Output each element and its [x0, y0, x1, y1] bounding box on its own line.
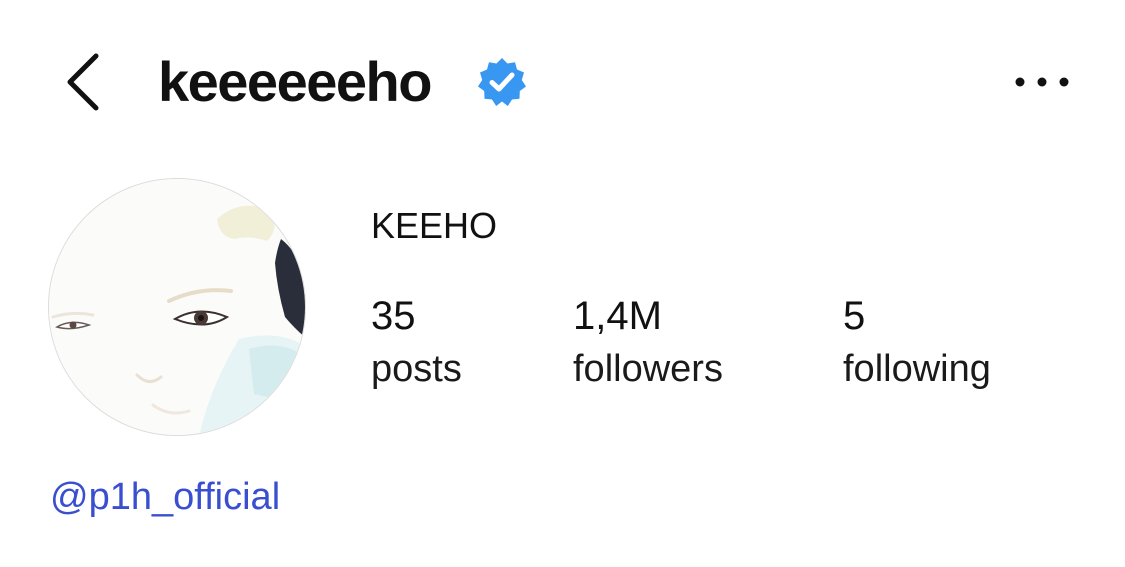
stat-following[interactable]: 5 following [843, 292, 991, 393]
stat-label: posts [371, 348, 462, 390]
stat-label: followers [573, 348, 723, 390]
profile-display-name: KEEHO [371, 205, 498, 246]
stat-posts[interactable]: 35 posts [371, 292, 462, 393]
avatar[interactable] [48, 178, 306, 436]
stat-value: 35 [371, 294, 416, 338]
more-horizontal-icon [1015, 77, 1069, 87]
profile-username: keeeeeeho [158, 50, 432, 113]
back-button[interactable] [52, 50, 112, 114]
stat-value: 5 [843, 294, 866, 338]
linked-account-link[interactable]: @p1h_official [50, 474, 280, 520]
profile-header: keeeeeeho [0, 0, 1125, 160]
profile-photo [49, 179, 305, 435]
stat-label: following [843, 348, 991, 390]
stat-followers[interactable]: 1,4M followers [573, 292, 723, 393]
verified-badge-icon [478, 58, 526, 106]
stat-value: 1,4M [573, 294, 662, 338]
more-options-button[interactable] [1010, 62, 1074, 102]
chevron-left-icon [67, 53, 99, 111]
